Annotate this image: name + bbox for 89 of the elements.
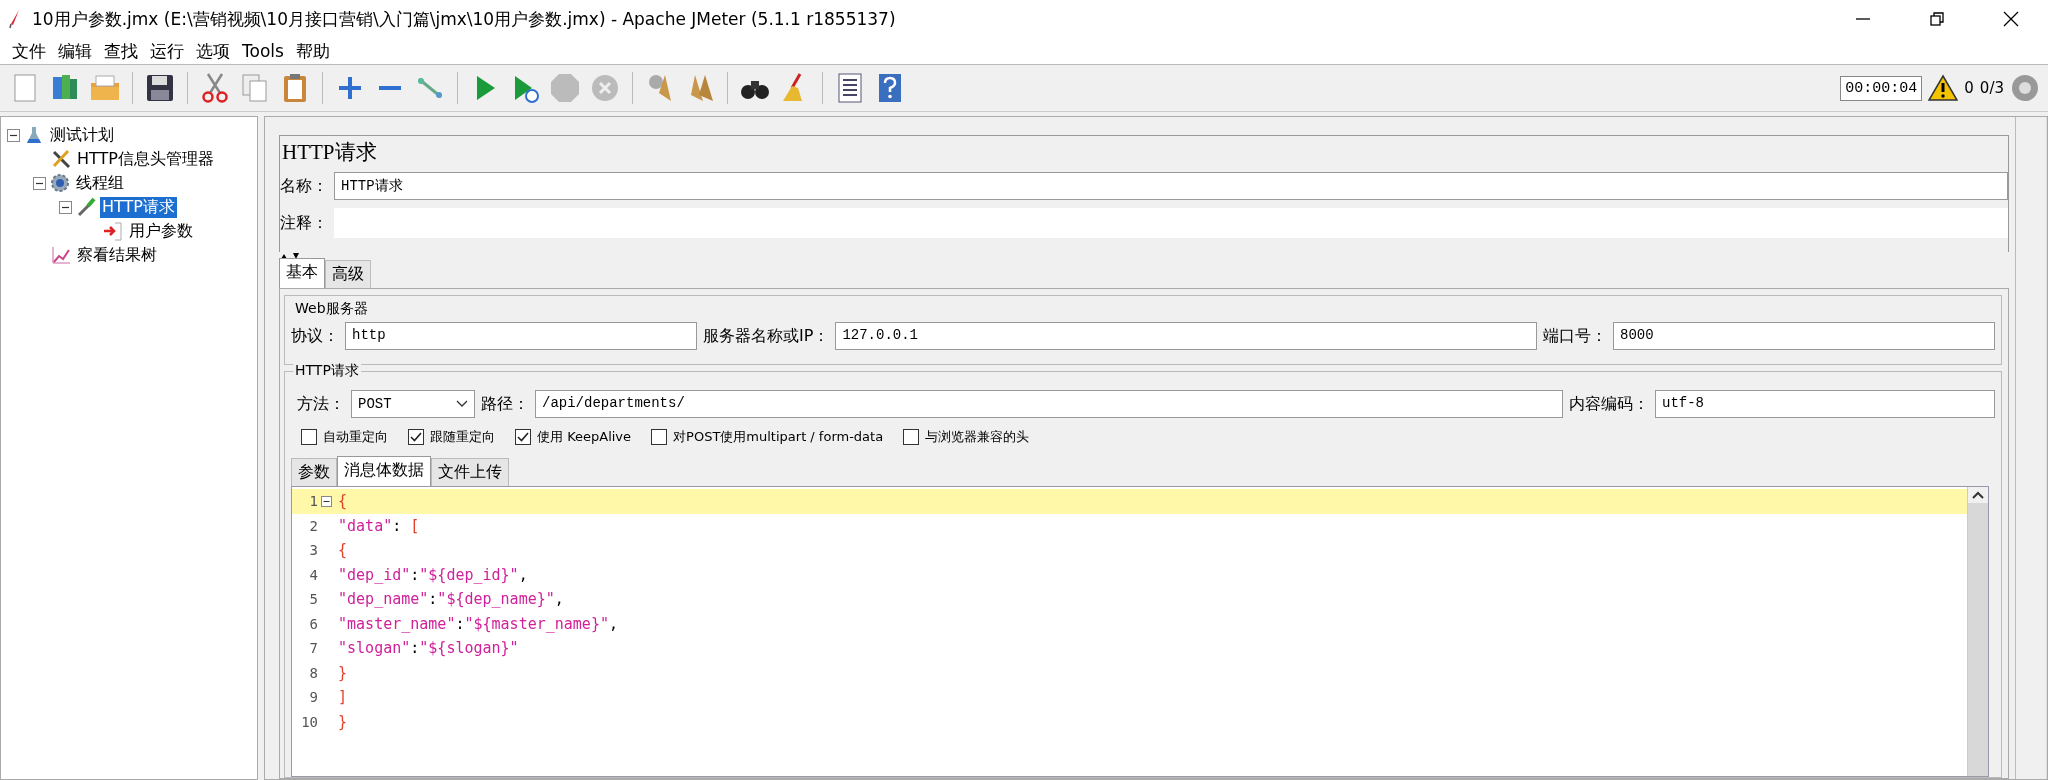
- code-line: }: [337, 712, 348, 731]
- line-number: 5: [308, 591, 318, 608]
- port-field[interactable]: 8000: [1613, 322, 1995, 350]
- path-field[interactable]: /api/departments/: [535, 390, 1563, 418]
- window-title: 10用户参数.jmx (E:\营销视频\10月接口营销\入门篇\jmx\10用户参数.jmx) - Apache JMeter (5.1.1 r1855137): [32, 7, 897, 31]
- panel-title: HTTP请求: [281, 139, 378, 166]
- expander-icon[interactable]: [59, 200, 72, 214]
- checkbox[interactable]: [301, 429, 317, 445]
- tools-icon: [51, 149, 71, 169]
- fold-icon[interactable]: [320, 495, 332, 507]
- method-dropdown[interactable]: POST: [351, 390, 475, 418]
- checkbox[interactable]: [408, 429, 424, 445]
- field-label: 内容编码：: [1569, 393, 1649, 415]
- field-label: 服务器名称或IP：: [703, 325, 830, 347]
- field-label: 路径：: [481, 393, 529, 415]
- line-number: 8: [308, 664, 318, 681]
- warning-icon[interactable]: [1928, 74, 1959, 102]
- name-label: 名称：: [280, 175, 328, 197]
- elapsed-time: 00:00:04: [1840, 75, 1923, 101]
- restore-icon[interactable]: [1928, 10, 1946, 28]
- tab[interactable]: 消息体数据: [337, 456, 431, 486]
- checkbox[interactable]: [651, 429, 668, 445]
- comment-label: 注释：: [280, 212, 328, 234]
- code-line: "slogan":"${slogan}": [337, 639, 519, 658]
- name-field[interactable]: HTTP请求: [334, 172, 2008, 200]
- tab[interactable]: 参数: [291, 458, 337, 486]
- fieldset-legend: Web服务器: [293, 300, 370, 318]
- thread-count: 0/3: [1979, 79, 2004, 97]
- code-line: "data": [: [337, 516, 420, 535]
- field-label: 方法：: [297, 393, 345, 415]
- tree-item[interactable]: 察看结果树: [75, 244, 159, 266]
- line-number: 7: [308, 640, 318, 657]
- scrollbar[interactable]: [1967, 487, 1988, 776]
- menu-item[interactable]: 运行: [144, 39, 190, 63]
- flask-icon: [24, 125, 44, 145]
- field-label: 协议：: [291, 325, 339, 347]
- menu-item[interactable]: 选项: [190, 39, 236, 63]
- arrow-page-icon: [103, 221, 123, 241]
- tab[interactable]: 基本: [279, 258, 325, 288]
- menu-item[interactable]: 查找: [98, 39, 144, 63]
- encoding-field[interactable]: utf-8: [1655, 390, 1995, 418]
- line-number: 6: [308, 615, 318, 632]
- checkbox[interactable]: [515, 429, 531, 445]
- gear-icon: [50, 173, 70, 193]
- checkbox-label: 使用 KeepAlive: [537, 428, 632, 446]
- code-line: }: [337, 663, 348, 682]
- fieldset-legend: HTTP请求: [293, 362, 361, 380]
- code-line: "dep_name":"${dep_name}",: [337, 590, 564, 609]
- menu-item[interactable]: 帮助: [289, 39, 336, 63]
- chart-icon: [51, 245, 71, 265]
- warning-count: 0: [1964, 79, 1974, 97]
- field-label: 端口号：: [1543, 325, 1607, 347]
- line-number: 3: [308, 542, 318, 559]
- tree-item[interactable]: 线程组: [74, 172, 126, 194]
- tree-item[interactable]: HTTP信息头管理器: [75, 148, 216, 170]
- dropdown-value: POST: [358, 396, 392, 412]
- line-number: 4: [308, 566, 318, 583]
- menu-item[interactable]: Tools: [236, 41, 290, 61]
- tree-item[interactable]: 用户参数: [127, 220, 195, 242]
- comment-field[interactable]: [334, 208, 2008, 238]
- close-icon[interactable]: [2002, 10, 2020, 28]
- expander-icon[interactable]: [7, 128, 20, 142]
- line-number: 10: [300, 713, 318, 730]
- code-line: "dep_id":"${dep_id}",: [337, 565, 528, 584]
- checkbox-label: 与浏览器兼容的头: [925, 428, 1030, 446]
- menu-item[interactable]: 文件: [6, 39, 52, 63]
- tab[interactable]: 高级: [325, 260, 371, 288]
- menu-item[interactable]: 编辑: [52, 39, 98, 63]
- server-field[interactable]: 127.0.0.1: [835, 322, 1537, 350]
- code-line: {: [337, 541, 348, 560]
- checkbox[interactable]: [903, 429, 920, 445]
- tab[interactable]: 文件上传: [431, 458, 509, 486]
- caret-icon: [456, 400, 468, 408]
- pipette-icon: [76, 197, 96, 217]
- tree-item[interactable]: 测试计划: [48, 124, 116, 146]
- line-number: 2: [308, 517, 318, 534]
- line-number: 9: [308, 689, 318, 706]
- code-editor[interactable]: 1 { 2 "data": [ 3 { 4 "dep_id":"${dep_id}", 5 "dep_name":"${dep_name}", 6 "master_name":"${master_name}", 7 "slogan":"${slogan}" 8 } 9 ] 10 }: [291, 486, 1989, 777]
- code-line: {: [337, 492, 348, 511]
- expander-icon[interactable]: [33, 176, 46, 190]
- line-number: 1: [308, 493, 318, 510]
- code-line: ]: [337, 688, 348, 707]
- code-line: "master_name":"${master_name}",: [337, 614, 618, 633]
- tree-item[interactable]: HTTP请求: [100, 196, 177, 218]
- protocol-field[interactable]: http: [345, 322, 697, 350]
- checkbox-label: 自动重定向: [323, 428, 388, 446]
- caret-up-icon[interactable]: [1972, 491, 1984, 499]
- checkbox-label: 对POST使用multipart / form-data: [673, 428, 884, 446]
- checkbox-label: 跟随重定向: [430, 428, 495, 446]
